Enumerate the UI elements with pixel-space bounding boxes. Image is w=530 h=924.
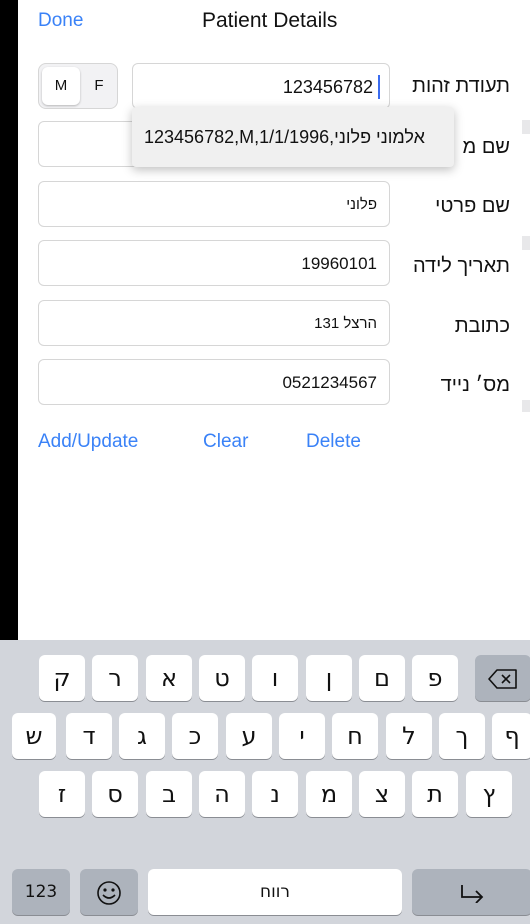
first-name-field[interactable]: פלוני (38, 181, 390, 227)
backspace-icon (488, 669, 517, 689)
id-number-label: תעודת זהות (412, 75, 510, 97)
address-value: הרצל 131 (314, 315, 377, 332)
key[interactable]: ס (92, 771, 138, 817)
autocomplete-popup[interactable]: 123456782,M,1/1/1996,אלמוני פלוני (132, 107, 454, 167)
key[interactable]: נ (252, 771, 298, 817)
page-title: Patient Details (202, 9, 338, 32)
key[interactable]: ם (359, 655, 405, 701)
autocomplete-suggestion[interactable]: 123456782,M,1/1/1996,אלמוני פלוני (144, 127, 425, 148)
last-name-label: שם מ (462, 136, 510, 158)
key[interactable]: מ (306, 771, 352, 817)
edge-shade (522, 236, 530, 250)
address-label: כתובת (454, 315, 510, 337)
emoji-key[interactable] (80, 869, 138, 915)
app-screen: Done Patient Details M F 123456782 תעודת… (0, 0, 530, 924)
key[interactable]: ל (386, 713, 432, 759)
key[interactable]: ץ (466, 771, 512, 817)
emoji-icon (97, 881, 121, 905)
key[interactable]: ז (39, 771, 85, 817)
hebrew-keyboard: ק ר א ט ו ן ם פ ש ד ג כ ע י ח ל ך ף ז ס … (0, 640, 530, 924)
key[interactable]: ן (306, 655, 352, 701)
key[interactable]: ך (439, 713, 485, 759)
done-button[interactable]: Done (38, 10, 83, 32)
dob-field[interactable]: 19960101 (38, 240, 390, 286)
key[interactable]: ח (332, 713, 378, 759)
key[interactable]: ק (39, 655, 85, 701)
key[interactable]: י (279, 713, 325, 759)
dob-value: 19960101 (301, 254, 377, 273)
gender-m-option[interactable]: M (42, 67, 80, 105)
key[interactable]: ב (146, 771, 192, 817)
key[interactable]: ר (92, 655, 138, 701)
dob-label: תאריך לידה (412, 255, 510, 277)
key[interactable]: ף (492, 713, 530, 759)
clear-button[interactable]: Clear (203, 431, 248, 453)
key[interactable]: ע (226, 713, 272, 759)
delete-button[interactable]: Delete (306, 431, 361, 453)
edge-shade (522, 120, 530, 134)
add-update-button[interactable]: Add/Update (38, 431, 138, 453)
key[interactable]: ש (12, 713, 56, 759)
id-number-value: 123456782 (282, 77, 373, 97)
address-field[interactable]: הרצל 131 (38, 300, 390, 346)
id-number-field[interactable]: 123456782 (132, 63, 390, 109)
return-icon (461, 885, 484, 903)
edge-shade (522, 400, 530, 412)
key[interactable]: ה (199, 771, 245, 817)
phone-field[interactable]: 0521234567 (38, 359, 390, 405)
backspace-key[interactable] (475, 655, 530, 701)
key[interactable]: ד (66, 713, 112, 759)
key[interactable]: א (146, 655, 192, 701)
key[interactable]: ט (199, 655, 245, 701)
key[interactable]: צ (359, 771, 405, 817)
gender-f-option[interactable]: F (82, 67, 116, 105)
phone-label: מס׳ נייד (440, 374, 510, 396)
first-name-value: פלוני (346, 196, 377, 213)
key[interactable]: ת (412, 771, 458, 817)
phone-value: 0521234567 (282, 373, 377, 392)
return-key[interactable] (412, 869, 530, 915)
key[interactable]: פ (412, 655, 458, 701)
space-key[interactable]: רווח (148, 869, 402, 915)
key[interactable]: כ (172, 713, 218, 759)
text-caret (378, 75, 380, 99)
key[interactable]: ג (119, 713, 165, 759)
first-name-label: שם פרטי (435, 195, 510, 217)
key[interactable]: ו (252, 655, 298, 701)
numbers-key[interactable]: 123 (12, 869, 70, 915)
gender-segmented-control[interactable]: M F (38, 63, 118, 109)
patient-details-panel: Done Patient Details M F 123456782 תעודת… (18, 0, 530, 640)
